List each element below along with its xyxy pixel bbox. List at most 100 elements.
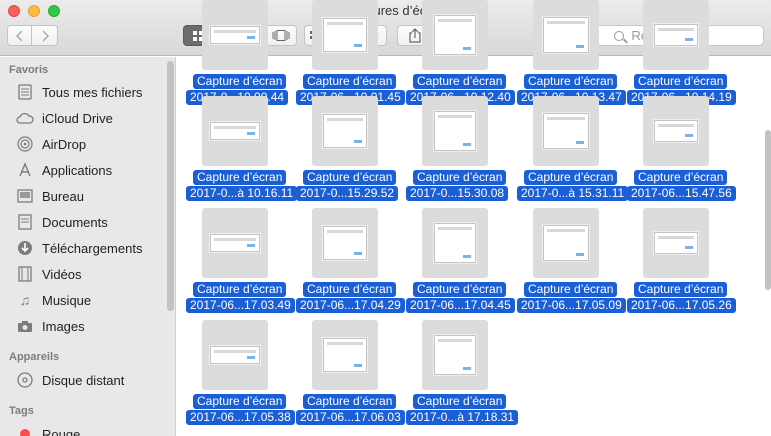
- sidebar-item-icloud-drive[interactable]: iCloud Drive: [16, 108, 113, 128]
- sidebar-item-videos[interactable]: Vidéos: [16, 264, 82, 284]
- file-name-line1[interactable]: Capture d’écran: [634, 74, 728, 89]
- file-name-line2[interactable]: 2017-06...17.05.26: [627, 298, 736, 313]
- file-name-line1[interactable]: Capture d’écran: [303, 282, 397, 297]
- file-item[interactable]: Capture d’écran 2017-06...17.06.03: [296, 320, 406, 432]
- screenshot-preview-image: [323, 114, 367, 148]
- file-thumbnail[interactable]: [422, 320, 488, 390]
- file-name-line2[interactable]: 2017-06...17.04.45: [406, 298, 515, 313]
- file-thumbnail[interactable]: [422, 96, 488, 166]
- sidebar-item-music[interactable]: ♫ Musique: [16, 290, 91, 310]
- file-name-line1[interactable]: Capture d’écran: [524, 170, 618, 185]
- file-item[interactable]: Capture d’écran 2017-0...à 10.16.11: [186, 96, 298, 208]
- file-thumbnail[interactable]: [422, 208, 488, 278]
- file-item[interactable]: Capture d’écran 2017-0...à 15.31.11: [517, 96, 629, 208]
- screenshot-preview-image: [434, 15, 476, 55]
- file-item[interactable]: Capture d’écran 2017-0...15.30.08: [406, 96, 516, 208]
- film-icon: [16, 265, 34, 283]
- screenshot-preview-image: [210, 346, 260, 364]
- file-thumbnail[interactable]: [422, 0, 488, 70]
- file-thumbnail[interactable]: [202, 0, 268, 70]
- sidebar-scrollbar[interactable]: [167, 61, 174, 311]
- file-item[interactable]: Capture d’écran 2017-06...17.05.09: [517, 208, 627, 320]
- chevron-left-icon: [15, 29, 23, 42]
- forward-button[interactable]: [31, 25, 58, 46]
- file-item[interactable]: Capture d’écran 2017-0...15.29.52: [296, 96, 406, 208]
- file-name-line1[interactable]: Capture d’écran: [634, 282, 728, 297]
- file-thumbnail[interactable]: [312, 320, 378, 390]
- file-name-line1[interactable]: Capture d’écran: [413, 394, 507, 409]
- cloud-icon: [16, 109, 34, 127]
- file-item[interactable]: Capture d’écran 2017-06...17.03.49: [186, 208, 296, 320]
- file-name-line2[interactable]: 2017-06...17.05.38: [186, 410, 295, 425]
- applications-icon: [16, 161, 34, 179]
- file-name-line1[interactable]: Capture d’écran: [193, 170, 287, 185]
- file-thumbnail[interactable]: [202, 320, 268, 390]
- file-name-line2[interactable]: 2017-0...à 17.18.31: [406, 410, 519, 425]
- file-item[interactable]: Capture d’écran 2017-06...17.05.38: [186, 320, 296, 432]
- file-name-line2[interactable]: 2017-06...15.47.56: [627, 186, 736, 201]
- screenshot-preview-image: [654, 24, 698, 46]
- screenshot-preview-image: [323, 18, 367, 52]
- back-button[interactable]: [7, 25, 32, 46]
- sidebar: Favoris Tous mes fichiers iCloud Drive A…: [0, 57, 176, 436]
- sidebar-section-devices: Appareils: [9, 351, 60, 363]
- sidebar-item-airdrop[interactable]: AirDrop: [16, 134, 86, 154]
- file-name-line2[interactable]: 2017-06...17.06.03: [296, 410, 405, 425]
- file-thumbnail[interactable]: [312, 96, 378, 166]
- file-thumbnail[interactable]: [312, 208, 378, 278]
- sidebar-item-all-files[interactable]: Tous mes fichiers: [16, 82, 142, 102]
- file-thumbnail[interactable]: [312, 0, 378, 70]
- file-item[interactable]: Capture d’écran 2017-06...17.04.45: [406, 208, 516, 320]
- file-name-line1[interactable]: Capture d’écran: [303, 394, 397, 409]
- sidebar-item-remote-disc[interactable]: Disque distant: [16, 370, 124, 390]
- file-name-line2[interactable]: 2017-0...15.29.52: [296, 186, 399, 201]
- file-name-line1[interactable]: Capture d’écran: [413, 74, 507, 89]
- file-name-line1[interactable]: Capture d’écran: [524, 282, 618, 297]
- file-thumbnail[interactable]: [202, 208, 268, 278]
- file-thumbnail[interactable]: [643, 96, 709, 166]
- sidebar-item-desktop[interactable]: Bureau: [16, 186, 84, 206]
- desktop-icon: [16, 187, 34, 205]
- file-name-line1[interactable]: Capture d’écran: [303, 74, 397, 89]
- file-name-line1[interactable]: Capture d’écran: [413, 282, 507, 297]
- file-name-line2[interactable]: 2017-06...17.03.49: [186, 298, 295, 313]
- all-files-icon: [16, 83, 34, 101]
- sidebar-item-downloads[interactable]: Téléchargements: [16, 238, 142, 258]
- file-item[interactable]: Capture d’écran 2017-06...17.04.29: [296, 208, 406, 320]
- file-name-line1[interactable]: Capture d’écran: [524, 74, 618, 89]
- file-item[interactable]: Capture d’écran 2017-06...15.47.56: [627, 96, 737, 208]
- screenshot-preview-image: [654, 232, 698, 254]
- file-item[interactable]: Capture d’écran 2017-0...à 17.18.31: [406, 320, 519, 432]
- disc-icon: [16, 371, 34, 389]
- screenshot-preview-image: [654, 120, 698, 142]
- file-thumbnail[interactable]: [643, 208, 709, 278]
- file-name-line2[interactable]: 2017-0...à 15.31.11: [517, 186, 629, 201]
- sidebar-item-documents[interactable]: Documents: [16, 212, 108, 232]
- screenshot-preview-image: [543, 17, 589, 53]
- content-scrollbar[interactable]: [765, 130, 771, 290]
- file-thumbnail[interactable]: [643, 0, 709, 70]
- file-name-line2[interactable]: 2017-0...à 10.16.11: [186, 186, 298, 201]
- documents-icon: [16, 213, 34, 231]
- sidebar-item-applications[interactable]: Applications: [16, 160, 112, 180]
- airdrop-icon: [16, 135, 34, 153]
- tag-color-dot-icon: [16, 425, 34, 436]
- file-thumbnail[interactable]: [533, 0, 599, 70]
- file-name-line1[interactable]: Capture d’écran: [193, 282, 287, 297]
- file-name-line1[interactable]: Capture d’écran: [634, 170, 728, 185]
- file-name-line1[interactable]: Capture d’écran: [303, 170, 397, 185]
- file-name-line2[interactable]: 2017-06...17.04.29: [296, 298, 405, 313]
- file-thumbnail[interactable]: [533, 96, 599, 166]
- screenshot-preview-image: [210, 122, 260, 140]
- screenshot-preview-image: [543, 113, 589, 149]
- file-item[interactable]: Capture d’écran 2017-06...17.05.26: [627, 208, 737, 320]
- sidebar-item-images[interactable]: Images: [16, 316, 85, 336]
- file-name-line1[interactable]: Capture d’écran: [193, 74, 287, 89]
- file-name-line2[interactable]: 2017-06...17.05.09: [517, 298, 626, 313]
- sidebar-item-tag-red[interactable]: Rouge: [16, 424, 80, 436]
- file-name-line1[interactable]: Capture d’écran: [413, 170, 507, 185]
- file-thumbnail[interactable]: [533, 208, 599, 278]
- file-name-line1[interactable]: Capture d’écran: [193, 394, 287, 409]
- file-name-line2[interactable]: 2017-0...15.30.08: [406, 186, 509, 201]
- file-thumbnail[interactable]: [202, 96, 268, 166]
